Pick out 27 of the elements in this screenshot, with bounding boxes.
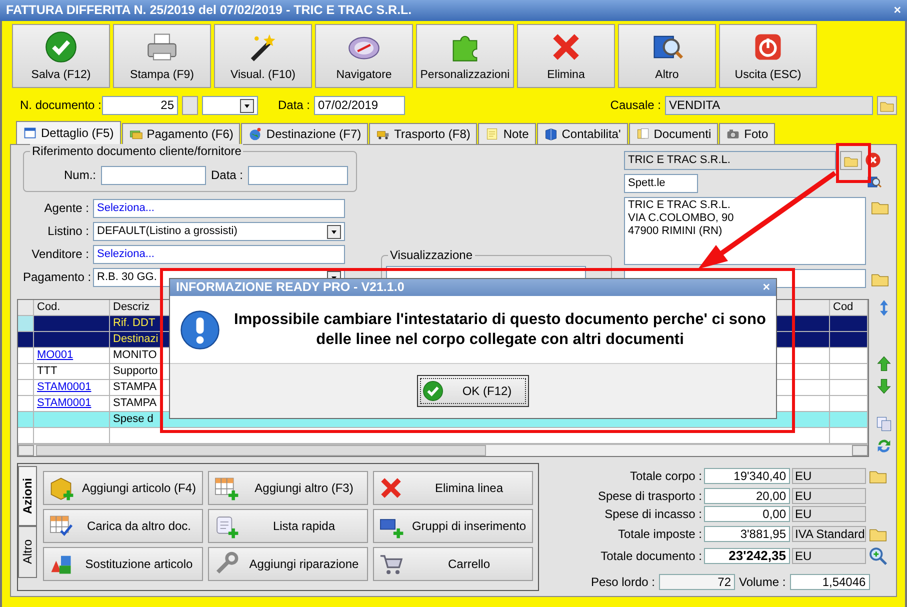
field-label: Data : — [278, 98, 310, 113]
field-label: Peso lordo : — [590, 574, 655, 590]
field-label: Num.: — [64, 168, 96, 183]
field-label: Agente : — [43, 201, 89, 216]
field-label: N. documento : — [19, 98, 98, 113]
unit-field: EU — [792, 468, 866, 484]
field-label: Listino : — [46, 224, 89, 239]
field-label: Data : — [211, 168, 244, 183]
total-label: Totale imposte : — [616, 526, 702, 542]
total-label: Spese di trasporto : — [596, 488, 702, 504]
unit-field: EU — [792, 548, 866, 564]
window-title: FATTURA DIFFERITA N. 25/2019 del 07/02/2019 - TRIC E TRAC S.R.L. — [6, 3, 412, 18]
fieldset-legend: Visualizzazione — [388, 248, 474, 262]
column-header: Cod — [830, 300, 868, 316]
field-label: Pagamento : — [23, 270, 89, 285]
unit-field: IVA Standard — [792, 526, 866, 542]
total-label: Totale corpo : — [628, 468, 702, 484]
fieldset-legend: Riferimento documento cliente/fornitore — [30, 144, 244, 158]
field-label: Volume : — [739, 574, 786, 590]
column-header: Cod. — [34, 300, 110, 316]
unit-field: EU — [792, 488, 866, 504]
field-label: Venditore : — [30, 247, 89, 262]
total-label: Spese di incasso : — [604, 506, 702, 522]
total-label: Totale documento : — [600, 548, 702, 564]
table-cell: TTT — [37, 364, 58, 378]
field-label: Causale : — [610, 98, 661, 113]
unit-field: EU — [792, 506, 866, 522]
